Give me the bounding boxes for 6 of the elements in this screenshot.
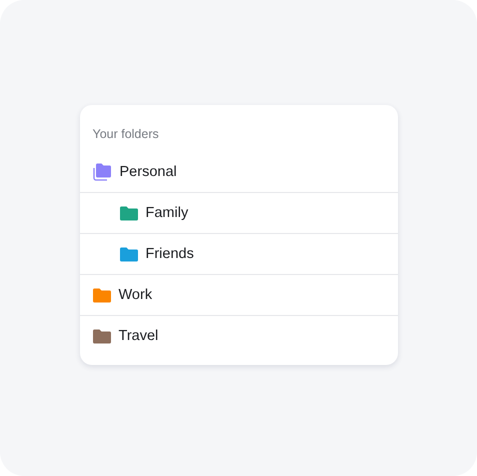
folder-name[interactable]: Family: [146, 205, 188, 221]
folder-name[interactable]: Personal: [120, 164, 177, 180]
panel-title: Your folders: [92, 127, 160, 143]
folder-name[interactable]: Travel: [118, 328, 158, 344]
folder-name[interactable]: Work: [118, 287, 152, 303]
folder-name[interactable]: Friends: [146, 246, 194, 262]
